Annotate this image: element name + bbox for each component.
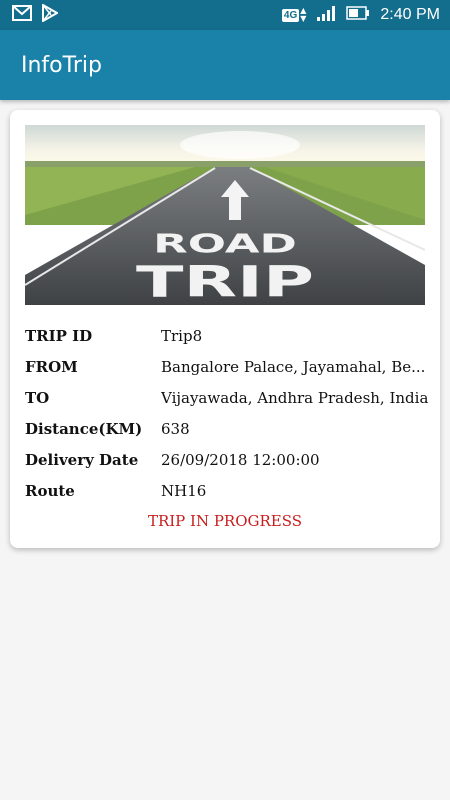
distance-row: Distance(KM) 638 xyxy=(25,413,435,444)
network-type-label: 4G xyxy=(281,8,300,22)
to-row: TO Vijayawada, Andhra Pradesh, India xyxy=(25,382,435,413)
play-store-icon xyxy=(42,3,60,26)
row-value: Bangalore Palace, Jayamahal, Be... xyxy=(161,357,426,376)
trip-text: TRIP xyxy=(136,256,314,305)
row-label: TO xyxy=(25,388,50,407)
clock: 2:40 PM xyxy=(380,6,440,23)
row-label: TRIP ID xyxy=(25,326,93,345)
app-title: InfoTrip xyxy=(21,52,102,78)
notification-icons xyxy=(12,3,60,26)
row-label: Route xyxy=(25,481,75,500)
row-label: Delivery Date xyxy=(25,450,139,469)
row-value: 638 xyxy=(161,419,190,438)
delivery-date-row: Delivery Date 26/09/2018 12:00:00 xyxy=(25,444,435,475)
network-4g-icon: 4G ▲ ▼ xyxy=(281,6,307,23)
gmail-icon xyxy=(12,5,32,25)
row-value: NH16 xyxy=(161,481,207,500)
row-value: Vijayawada, Andhra Pradesh, India xyxy=(161,388,429,407)
route-row: Route NH16 xyxy=(25,475,435,506)
trip-details: TRIP ID Trip8 FROM Bangalore Palace, Jay… xyxy=(25,320,435,506)
row-value: 26/09/2018 12:00:00 xyxy=(161,450,320,469)
trip-status-label: TRIP IN PROGRESS xyxy=(147,512,303,530)
signal-strength-icon xyxy=(316,5,336,25)
row-value: Trip8 xyxy=(161,326,203,345)
row-label: FROM xyxy=(25,357,78,376)
trip-id-row: TRIP ID Trip8 xyxy=(25,320,435,351)
app-bar: InfoTrip xyxy=(0,30,450,100)
system-icons: 4G ▲ ▼ 2:40 PM xyxy=(281,5,440,25)
battery-icon xyxy=(346,5,370,25)
road-trip-image: ROAD TRIP xyxy=(25,125,425,305)
trip-card[interactable]: ROAD TRIP TRIP ID Trip8 FROM Bangalore P… xyxy=(10,110,440,548)
from-row: FROM Bangalore Palace, Jayamahal, Be... xyxy=(25,351,435,382)
row-label: Distance(KM) xyxy=(25,419,143,438)
status-bar: 4G ▲ ▼ 2:40 PM xyxy=(0,0,450,30)
road-text: ROAD xyxy=(153,229,297,259)
